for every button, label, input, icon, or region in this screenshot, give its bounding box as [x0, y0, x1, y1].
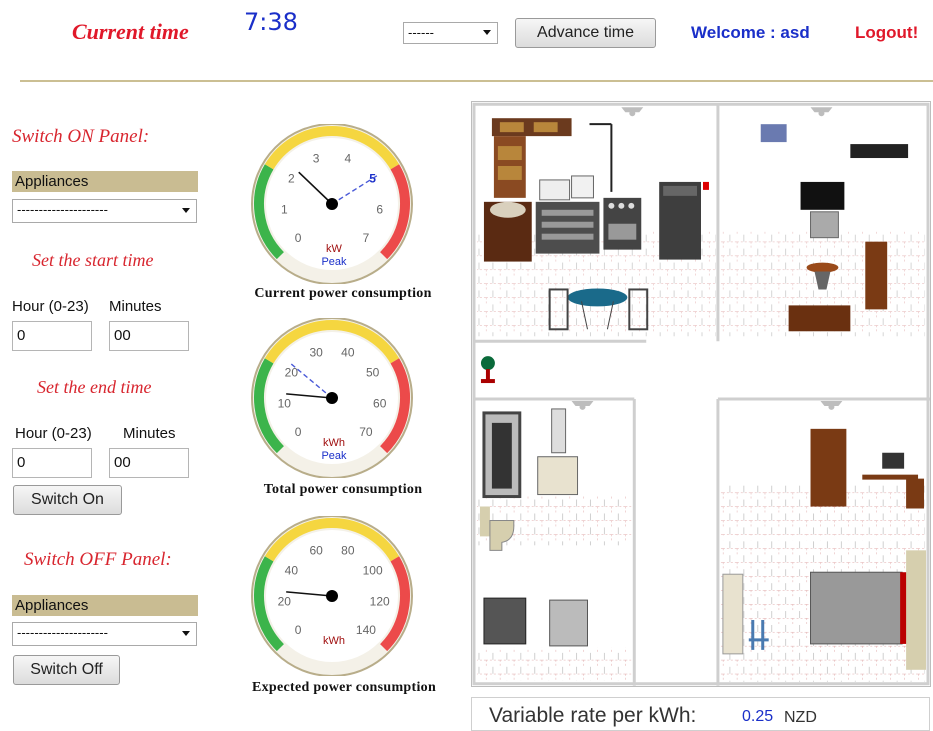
gauge-tick-label: 140: [356, 623, 376, 637]
cabinet-icon: [788, 305, 851, 332]
gauge-unit-label: kWh: [323, 635, 345, 647]
total-power-caption: Total power consumption: [263, 482, 423, 497]
appliance-on-select[interactable]: ---------------------: [12, 199, 197, 223]
start-minutes-input[interactable]: 00: [109, 321, 189, 351]
washing-machine-icon: [549, 599, 588, 647]
gauge-tick-label: 0: [295, 623, 302, 637]
tv-icon: [800, 181, 845, 210]
gauge-tick-label: 4: [345, 152, 352, 166]
gauge-tick-label: 120: [370, 594, 390, 608]
gauge-tick-label: 6: [376, 202, 383, 216]
gauge-tick-label: 20: [278, 594, 292, 608]
logout-link[interactable]: Logout!: [855, 23, 918, 43]
gauge-tick-label: 60: [309, 544, 323, 558]
end-time-title: Set the end time: [37, 377, 152, 397]
gauge-peak-label: Peak: [321, 256, 347, 268]
gauge-tick-label: 40: [285, 563, 299, 577]
shower-icon: [482, 411, 522, 499]
wardrobe-icon: [810, 428, 847, 507]
gauge-tick-label: 30: [309, 346, 323, 360]
clock-display: 7:38: [244, 8, 298, 36]
appliance-on-select-value: ---------------------: [17, 202, 108, 217]
appliance-off-select[interactable]: ---------------------: [12, 622, 197, 646]
switch-off-button[interactable]: Switch Off: [13, 655, 120, 685]
appliances-off-label: Appliances: [12, 595, 198, 616]
tv-stand-icon: [810, 211, 839, 239]
rate-box: Variable rate per kWh: 0.25 NZD: [471, 697, 930, 731]
end-hour-label: Hour (0-23): [15, 425, 92, 442]
appliance-off-select-value: ---------------------: [17, 625, 108, 640]
advance-time-button[interactable]: Advance time: [515, 18, 656, 48]
end-minutes-label: Minutes: [123, 425, 176, 442]
gauge-tick-label: 0: [295, 231, 302, 245]
gauge-tick-label: 100: [363, 563, 383, 577]
sink-cabinet-icon: [483, 201, 532, 262]
welcome-text: Welcome : asd: [691, 23, 810, 42]
kitchen-appliances-icon: [535, 123, 642, 254]
gauge-hub: [326, 198, 338, 210]
gauge-tick-label: 50: [366, 365, 380, 379]
gauge-tick-label: 7: [363, 231, 370, 245]
gauge-hub: [326, 392, 338, 404]
gauge-tick-label: 70: [359, 425, 373, 439]
switch-on-button[interactable]: Switch On: [13, 485, 122, 515]
gauge-tick-label: 40: [341, 346, 355, 360]
gauge-hub: [326, 590, 338, 602]
end-hour-input[interactable]: 0: [12, 448, 92, 478]
chevron-down-icon: [182, 208, 190, 213]
current-time-label: Current time: [72, 19, 189, 44]
start-hour-label: Hour (0-23): [12, 298, 89, 315]
gauge-tick-label: 60: [373, 396, 387, 410]
air-conditioner-icon: [850, 144, 909, 159]
gauge-tick-label: 2: [288, 171, 295, 185]
chevron-down-icon: [182, 631, 190, 636]
expected-power-caption: Expected power consumption: [251, 680, 437, 695]
painting-icon: [760, 124, 787, 143]
plant-icon: [480, 356, 495, 384]
gauge-tick-label: 3: [313, 152, 320, 166]
start-time-title: Set the start time: [32, 250, 154, 270]
bathroom-sink-icon: [537, 408, 579, 496]
current-power-caption: Current power consumption: [254, 286, 432, 301]
end-minutes-input[interactable]: 00: [109, 448, 189, 478]
laundry-floor: [476, 647, 632, 681]
gauge-peak-label: Peak: [321, 450, 347, 462]
rate-unit: NZD: [784, 709, 817, 726]
rate-label: Variable rate per kWh:: [489, 704, 697, 727]
switch-off-panel-title: Switch OFF Panel:: [24, 549, 172, 570]
advance-time-select-value: ------: [408, 25, 434, 40]
stove-icon: [483, 597, 527, 645]
start-minutes-label: Minutes: [109, 298, 162, 315]
gauge-unit-label: kWh: [323, 437, 345, 449]
total-power-gauge: 0 10 20 30 40 50 60 70 kWhPeak: [251, 318, 413, 478]
start-hour-input[interactable]: 0: [12, 321, 92, 351]
header-divider: [20, 80, 933, 82]
appliances-label: Appliances: [12, 171, 198, 192]
expected-power-gauge: 0 20 40 60 80 100 120 140 kWh: [251, 516, 413, 676]
house-floor-plan: [471, 101, 931, 687]
gauge-tick-label: 80: [341, 544, 355, 558]
advance-time-select[interactable]: ------: [403, 22, 498, 44]
gauge-tick-label: 0: [295, 425, 302, 439]
switch-on-panel-title: Switch ON Panel:: [12, 126, 150, 147]
chevron-down-icon: [483, 30, 491, 35]
gauge-tick-label: 1: [281, 202, 288, 216]
rate-value: 0.25: [742, 708, 774, 725]
gauge-tick-label: 20: [285, 365, 299, 379]
gauge-unit-label: kW: [326, 243, 343, 255]
gauge-tick-label: 10: [278, 396, 292, 410]
current-power-gauge: 0123 4567kWPeak: [251, 124, 413, 284]
bookshelf-icon: [865, 241, 888, 310]
